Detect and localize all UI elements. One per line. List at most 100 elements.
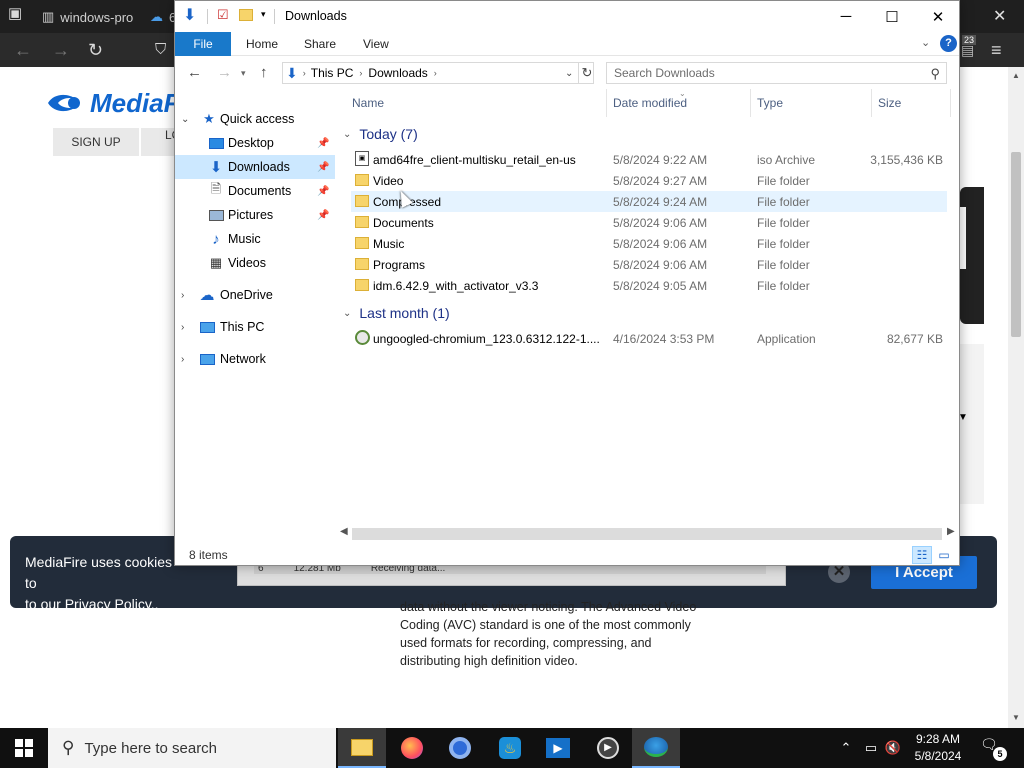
taskbar-chromium[interactable]	[436, 728, 484, 768]
help-icon[interactable]: ?	[940, 35, 957, 52]
scroll-right-icon[interactable]: ▶	[947, 526, 955, 537]
expand-ribbon-icon[interactable]: ⌄	[921, 36, 930, 49]
column-header-date[interactable]: Date modified	[613, 96, 687, 110]
volume-muted-icon[interactable]: 🔇	[884, 728, 902, 768]
collapse-chevron-icon[interactable]: ⌄	[343, 308, 351, 319]
show-hidden-icons-icon[interactable]: ⌃	[838, 728, 854, 768]
close-button[interactable]: ✕	[915, 1, 961, 32]
expand-chevron-icon[interactable]: ›	[181, 322, 184, 333]
horizontal-scrollbar[interactable]: ◀ ▶	[338, 526, 959, 543]
column-divider[interactable]	[871, 89, 872, 117]
file-row[interactable]: idm.6.42.9_with_activator_v3.3 5/8/2024 …	[351, 275, 947, 296]
horizontal-scroll-thumb[interactable]	[352, 528, 942, 540]
taskbar-search-input[interactable]: ⚲ Type here to search	[48, 728, 336, 768]
taskbar-app-4[interactable]: ▶	[534, 728, 582, 768]
collapse-chevron-icon[interactable]: ⌄	[343, 129, 351, 140]
tab-actions-icon[interactable]: ▣	[8, 0, 22, 31]
breadcrumb-downloads[interactable]: Downloads	[368, 66, 427, 80]
properties-icon[interactable]: ☑	[217, 7, 229, 23]
menu-icon[interactable]: ≡	[991, 33, 1002, 67]
network-tray-icon[interactable]: ▭	[862, 728, 880, 768]
breadcrumb-this-pc[interactable]: This PC	[311, 66, 354, 80]
expand-chevron-icon[interactable]: ›	[181, 354, 184, 365]
file-row[interactable]: Documents 5/8/2024 9:06 AM File folder	[351, 212, 947, 233]
scroll-up-icon[interactable]: ▲	[1012, 71, 1020, 80]
column-header-type[interactable]: Type	[757, 96, 783, 110]
pin-icon[interactable]: 📌	[317, 162, 329, 173]
search-input[interactable]: Search Downloads ⚲	[606, 62, 947, 84]
pin-icon[interactable]: 📌	[317, 138, 329, 149]
page-scrollbar[interactable]: ▲ ▼	[1008, 67, 1024, 728]
nav-network[interactable]: › Network	[175, 347, 335, 371]
nav-documents[interactable]: 🗎 Documents 📌	[175, 179, 335, 203]
file-row[interactable]: Music 5/8/2024 9:06 AM File folder	[351, 233, 947, 254]
scroll-left-icon[interactable]: ◀	[340, 526, 348, 537]
browser-tab-1[interactable]: ▥ windows-pro	[34, 4, 141, 30]
login-button[interactable]: LO	[141, 128, 175, 156]
file-row[interactable]: ▣ amd64fre_client-multisku_retail_en-us …	[351, 149, 947, 170]
nav-music[interactable]: ♪ Music	[175, 227, 335, 251]
breadcrumb-separator-icon[interactable]: ›	[359, 68, 362, 78]
expand-chevron-icon[interactable]: ›	[181, 290, 184, 301]
tab-file[interactable]: File	[175, 32, 231, 56]
tab-home[interactable]: Home	[246, 37, 278, 51]
breadcrumb-separator-icon[interactable]: ›	[303, 68, 306, 78]
column-divider[interactable]	[950, 89, 951, 117]
taskbar-idm[interactable]	[632, 728, 680, 768]
taskbar-media-player[interactable]: ▶	[584, 728, 632, 768]
column-header-name[interactable]: Name	[352, 96, 384, 110]
download-panel-button[interactable]	[960, 207, 966, 269]
refresh-icon[interactable]: ↻	[578, 63, 595, 83]
pin-icon[interactable]: 📌	[317, 210, 329, 221]
tab-share[interactable]: Share	[304, 37, 336, 51]
large-icons-view-icon[interactable]: ▭	[934, 546, 954, 564]
maximize-button[interactable]: ☐	[869, 1, 915, 32]
file-row[interactable]: Video 5/8/2024 9:27 AM File folder	[351, 170, 947, 191]
taskbar-app-3[interactable]: ♨	[486, 728, 534, 768]
cookie-text-line-2[interactable]: to our Privacy Policy..	[25, 594, 175, 615]
taskbar-file-explorer[interactable]	[338, 728, 386, 768]
nav-quick-access[interactable]: ⌄ ★ Quick access	[175, 107, 335, 131]
nav-downloads[interactable]: ⬇ Downloads 📌	[175, 155, 335, 179]
customize-toolbar-icon[interactable]: ▾	[261, 9, 266, 20]
reload-icon[interactable]: ↻	[88, 33, 103, 67]
back-arrow-icon[interactable]: ←	[14, 33, 32, 67]
shield-icon[interactable]: ⛉	[155, 33, 166, 67]
file-row[interactable]: Programs 5/8/2024 9:06 AM File folder	[351, 254, 947, 275]
tab-view[interactable]: View	[363, 37, 389, 51]
column-divider[interactable]	[750, 89, 751, 117]
minimize-button[interactable]: ─	[823, 1, 869, 32]
file-row[interactable]: Compressed 5/8/2024 9:24 AM File folder	[351, 191, 947, 212]
details-view-icon[interactable]: ☷	[912, 546, 932, 564]
group-header-today[interactable]: ⌄ Today (7)	[343, 123, 418, 145]
nav-videos[interactable]: ▦ Videos	[175, 251, 335, 275]
scroll-down-icon[interactable]: ▼	[1012, 713, 1020, 722]
browser-close-icon[interactable]: ✕	[993, 6, 1006, 26]
file-row[interactable]: ungoogled-chromium_123.0.6312.122-1.... …	[351, 328, 947, 349]
group-header-last-month[interactable]: ⌄ Last month (1)	[343, 302, 450, 324]
pin-icon[interactable]: 📌	[317, 186, 329, 197]
page-scroll-thumb[interactable]	[1011, 152, 1021, 337]
taskbar-firefox[interactable]	[388, 728, 436, 768]
title-bar[interactable]: ⬇ ☑ ▾ Downloads ─ ☐ ✕	[175, 1, 959, 32]
back-icon[interactable]: ←	[187, 64, 202, 81]
address-bar[interactable]: ⬇ › This PC › Downloads › ⌄	[282, 62, 594, 84]
new-folder-icon[interactable]	[239, 9, 253, 21]
system-clock[interactable]: 9:28 AM 5/8/2024	[902, 731, 974, 765]
column-divider[interactable]	[606, 89, 607, 117]
nav-onedrive[interactable]: › ☁ OneDrive	[175, 283, 335, 307]
recent-locations-icon[interactable]: ▾	[241, 68, 246, 79]
start-button[interactable]	[0, 728, 48, 768]
forward-icon[interactable]: →	[217, 64, 232, 81]
search-icon[interactable]: ⚲	[930, 64, 940, 84]
nav-pictures[interactable]: Pictures 📌	[175, 203, 335, 227]
collapse-chevron-icon[interactable]: ⌄	[181, 114, 189, 125]
breadcrumb-separator-icon[interactable]: ›	[434, 68, 437, 78]
nav-desktop[interactable]: Desktop 📌	[175, 131, 335, 155]
column-header-size[interactable]: Size	[878, 96, 901, 110]
signup-button[interactable]: SIGN UP	[53, 128, 139, 156]
address-dropdown-icon[interactable]: ⌄	[565, 68, 573, 79]
forward-arrow-icon[interactable]: →	[52, 33, 70, 67]
nav-this-pc[interactable]: › This PC	[175, 315, 335, 339]
up-icon[interactable]: ↑	[260, 64, 268, 81]
